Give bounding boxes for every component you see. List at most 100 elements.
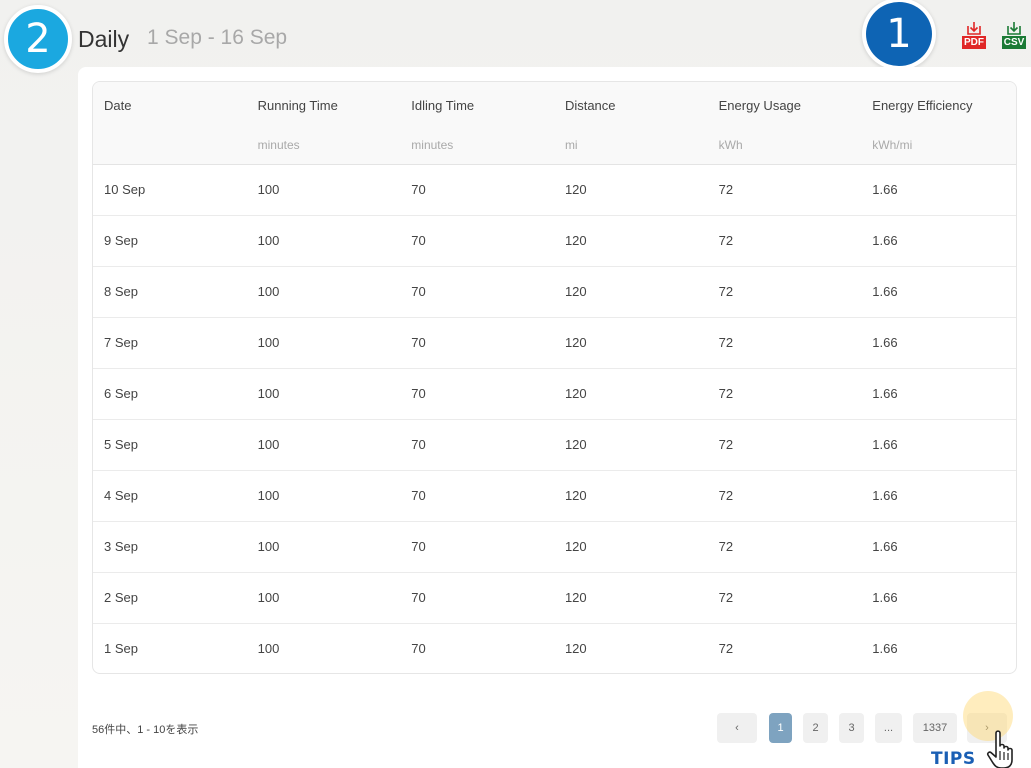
page-3-button[interactable]: 3 [839,713,864,743]
page-2-button[interactable]: 2 [803,713,828,743]
cell-running-time: 100 [257,641,280,657]
csv-label: CSV [1001,36,1027,49]
cell-idling-time: 70 [411,284,426,299]
cell-distance: 120 [564,182,587,197]
cell-distance: 120 [564,386,587,401]
pagination-summary: 56件中、1 - 10を表示 [92,724,199,736]
step-badge-2: 2 [4,5,72,73]
cell-running-time: 100 [257,233,280,248]
header-energy-usage: Energy Usage [718,97,802,113]
cell-running-time: 100 [257,590,280,605]
cell-date: 5 Sep [104,437,138,452]
table-row: 1 Sep 100 70 120 72 1.66 [93,623,1016,673]
download-arrow-icon [1007,22,1021,35]
cell-distance: 120 [564,539,587,554]
header-energy-efficiency: Energy Efficiency [872,97,973,113]
pdf-download-button[interactable]: PDF [959,22,989,52]
cell-idling-time: 70 [411,182,426,197]
prev-page-button[interactable]: ‹ [717,713,757,743]
unit-energy-usage: kWh [718,138,743,152]
table-row: 8 Sep 100 70 120 72 1.66 [93,266,1016,317]
cell-date: 7 Sep [104,335,138,350]
cell-energy-usage: 72 [718,641,734,657]
cell-distance: 120 [564,233,587,248]
step-badge-1: 1 [862,0,936,70]
cell-energy-efficiency: 1.66 [872,539,898,554]
cell-running-time: 100 [257,437,280,452]
cell-idling-time: 70 [411,437,426,452]
report-card: Date Running Time Idling Time Distance E… [78,67,1031,768]
cell-idling-time: 70 [411,488,426,503]
header-date: Date [104,97,132,113]
daily-table-container: Date Running Time Idling Time Distance E… [92,81,1017,674]
cell-date: 3 Sep [104,539,138,554]
cell-date: 1 Sep [104,641,138,657]
table-body: 10 Sep 100 70 120 72 1.66 9 Sep 100 70 1… [93,164,1016,673]
daily-table: Date Running Time Idling Time Distance E… [93,82,1016,673]
table-row: 5 Sep 100 70 120 72 1.66 [93,419,1016,470]
cell-energy-efficiency: 1.66 [872,182,898,197]
table-unit-row: minutes minutes mi kWh kWh/mi [93,126,1016,164]
cell-energy-efficiency: 1.66 [872,437,898,452]
cell-energy-efficiency: 1.66 [872,641,898,657]
unit-date [93,126,247,164]
cell-energy-usage: 72 [718,437,734,452]
cell-date: 9 Sep [104,233,138,248]
last-page-button[interactable]: 1337 [913,713,957,743]
page-1-button[interactable]: 1 [769,713,792,743]
cell-date: 2 Sep [104,590,138,605]
cell-running-time: 100 [257,335,280,350]
cell-date: 4 Sep [104,488,138,503]
table-row: 4 Sep 100 70 120 72 1.66 [93,470,1016,521]
cell-energy-efficiency: 1.66 [872,590,898,605]
pagination-ellipsis[interactable]: ... [875,713,902,743]
unit-energy-efficiency: kWh/mi [872,138,913,152]
date-range: 1 Sep - 16 Sep [147,26,288,49]
csv-download-button[interactable]: CSV [999,22,1029,52]
unit-idling-time: minutes [411,138,454,152]
cell-distance: 120 [564,284,587,299]
cell-idling-time: 70 [411,386,426,401]
cell-energy-usage: 72 [718,233,734,248]
cell-running-time: 100 [257,386,280,401]
tips-label: TIPS [931,749,976,768]
cell-idling-time: 70 [411,590,426,605]
cell-energy-usage: 72 [718,590,734,605]
cell-distance: 120 [564,335,587,350]
cell-energy-usage: 72 [718,182,734,197]
cell-distance: 120 [564,590,587,605]
cell-energy-efficiency: 1.66 [872,488,898,503]
cell-energy-usage: 72 [718,335,734,350]
table-header-row: Date Running Time Idling Time Distance E… [93,82,1016,126]
download-arrow-icon [967,22,981,35]
cell-energy-efficiency: 1.66 [872,386,898,401]
header-running-time: Running Time [257,97,338,113]
cell-running-time: 100 [257,488,280,503]
cell-running-time: 100 [257,182,280,197]
unit-distance: mi [564,138,578,152]
cell-energy-efficiency: 1.66 [872,335,898,350]
cell-idling-time: 70 [411,539,426,554]
cell-distance: 120 [564,488,587,503]
cell-idling-time: 70 [411,335,426,350]
cell-energy-usage: 72 [718,539,734,554]
cell-distance: 120 [564,437,587,452]
table-row: 9 Sep 100 70 120 72 1.66 [93,215,1016,266]
cell-running-time: 100 [257,539,280,554]
cell-idling-time: 70 [411,233,426,248]
header-idling-time: Idling Time [411,97,475,113]
cell-energy-efficiency: 1.66 [872,284,898,299]
table-row: 7 Sep 100 70 120 72 1.66 [93,317,1016,368]
cell-energy-usage: 72 [718,284,734,299]
cell-idling-time: 70 [411,641,426,657]
pdf-label: PDF [962,36,986,49]
cell-energy-usage: 72 [718,488,734,503]
hand-pointer-icon [986,730,1013,768]
cell-date: 6 Sep [104,386,138,401]
unit-running-time: minutes [257,138,300,152]
table-row: 2 Sep 100 70 120 72 1.66 [93,572,1016,623]
cell-energy-usage: 72 [718,386,734,401]
cell-distance: 120 [564,641,587,657]
cell-date: 10 Sep [104,182,146,197]
cell-date: 8 Sep [104,284,138,299]
